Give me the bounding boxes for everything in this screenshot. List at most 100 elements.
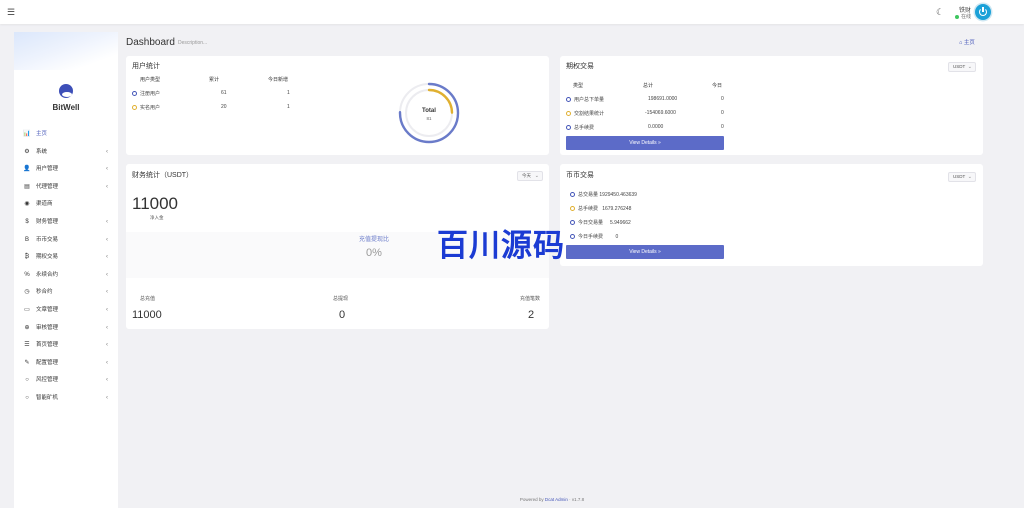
column-header: 总计 bbox=[643, 83, 654, 89]
sidebar-item-review[interactable]: ⊕ 审核管理 ‹ bbox=[14, 320, 118, 338]
chevron-left-icon: ‹ bbox=[106, 218, 108, 225]
spot-view-details-button[interactable]: View Details » bbox=[566, 245, 724, 259]
card-title: 财务统计（USDT） bbox=[132, 172, 194, 179]
currency-select[interactable]: USDT ⌄ bbox=[948, 62, 976, 72]
card-title: 用户统计 bbox=[132, 63, 160, 70]
column-header: 用户类型 bbox=[140, 77, 161, 83]
page-description: Description... bbox=[178, 40, 208, 46]
net-deposit-label: 净入金 bbox=[150, 215, 164, 220]
deposit-count-label: 充值笔数 bbox=[520, 296, 541, 302]
legend-dot bbox=[570, 220, 575, 226]
legend-dot bbox=[566, 111, 571, 117]
sidebar-item-spot[interactable]: B 币币交易 ‹ bbox=[14, 232, 118, 250]
chevron-left-icon: ‹ bbox=[106, 271, 108, 278]
online-dot bbox=[955, 14, 959, 19]
chevron-left-icon: ‹ bbox=[106, 359, 108, 366]
legend-dot bbox=[132, 105, 137, 111]
cell-value: 20 bbox=[221, 104, 227, 110]
cell-value: 1 bbox=[287, 90, 290, 96]
card-title: 币币交易 bbox=[566, 172, 594, 179]
period-select[interactable]: 今天 ⌄ bbox=[517, 171, 543, 181]
legend-dot bbox=[570, 192, 575, 198]
card-title: 期权交易 bbox=[566, 63, 594, 70]
chevron-left-icon: ‹ bbox=[106, 394, 108, 401]
currency-select[interactable]: USDT ⌄ bbox=[948, 172, 976, 182]
sidebar-item-config[interactable]: ✎ 配置管理 ‹ bbox=[14, 355, 118, 373]
cell-value: 61 bbox=[221, 90, 227, 96]
chevron-left-icon: ‹ bbox=[106, 306, 108, 313]
watermark-text: 百川源码 bbox=[437, 228, 565, 264]
donut-value: 81 bbox=[426, 116, 432, 121]
net-deposit-value: 11000 bbox=[132, 194, 179, 213]
sidebar-item-homepage[interactable]: ☰ 首页管理 ‹ bbox=[14, 337, 118, 355]
stat-row: 总交易量 1929450.463639 bbox=[570, 191, 637, 198]
circle-icon: ○ bbox=[25, 394, 29, 401]
sidebar-item-perpetual[interactable]: % 永续合约 ‹ bbox=[14, 267, 118, 285]
sidebar-item-users[interactable]: 👤 用户管理 ‹ bbox=[14, 161, 118, 179]
column-header: 类型 bbox=[573, 83, 584, 89]
chevron-down-icon: ⌄ bbox=[967, 64, 972, 70]
avatar[interactable] bbox=[975, 4, 991, 20]
id-card-icon: ▤ bbox=[24, 183, 30, 190]
chevron-left-icon: ‹ bbox=[106, 148, 108, 155]
brand-logo-icon[interactable] bbox=[59, 84, 73, 98]
wrench-icon: ✎ bbox=[24, 359, 30, 366]
user-icon: 👤 bbox=[23, 166, 31, 173]
chart-icon: 📊 bbox=[23, 131, 31, 137]
brand-name[interactable]: BitWell bbox=[14, 103, 118, 112]
dashboard-icon: ⌂ bbox=[959, 40, 963, 46]
top-navbar: ☰ ☾ 铁财 在线 bbox=[0, 0, 1024, 24]
cell-value: 0.0000 bbox=[648, 124, 664, 130]
legend-dot bbox=[570, 234, 575, 240]
sidebar-item-options[interactable]: ₿ 期权交易 ‹ bbox=[14, 249, 118, 267]
sidebar-item-agents[interactable]: ▤ 代理管理 ‹ bbox=[14, 179, 118, 197]
legend-dot bbox=[132, 91, 137, 97]
sidebar-item-system[interactable]: ⚙ 系统 ‹ bbox=[14, 144, 118, 162]
user-donut-chart: Total 81 bbox=[398, 82, 460, 144]
sidebar-menu: 📊 主页 ⚙ 系统 ‹ 👤 用户管理 ‹ ▤ 代理管理 ‹ ◉ 渠道商 $ 财务管理 ‹ B 币币交易… bbox=[14, 126, 118, 408]
user-status: 在线 bbox=[955, 13, 971, 20]
chevron-left-icon: ‹ bbox=[106, 342, 108, 349]
table-row: 注册用户 bbox=[132, 90, 160, 97]
footer-link[interactable]: Dcat Admin bbox=[545, 497, 568, 502]
chevron-down-icon: ⌄ bbox=[967, 174, 972, 180]
list-icon: ☰ bbox=[24, 342, 30, 349]
table-row: 实名用户 bbox=[132, 104, 160, 111]
chevron-left-icon: ‹ bbox=[106, 377, 108, 384]
sidebar-item-finance[interactable]: $ 财务管理 ‹ bbox=[14, 214, 118, 232]
cell-value: 0 bbox=[721, 110, 724, 116]
table-row: 交割结果统计 bbox=[566, 110, 604, 117]
sidebar-item-channels[interactable]: ◉ 渠道商 bbox=[14, 196, 118, 214]
sidebar-header-decoration bbox=[14, 32, 118, 70]
crosshair-icon: ⊕ bbox=[24, 324, 30, 331]
total-withdraw-label: 总提现 bbox=[333, 296, 349, 302]
chevron-left-icon: ‹ bbox=[106, 236, 108, 243]
cell-value: 198691.0000 bbox=[648, 96, 678, 102]
deposit-count-value: 2 bbox=[528, 309, 535, 321]
user-circle-icon: ◉ bbox=[24, 201, 30, 208]
sidebar-item-home[interactable]: 📊 主页 bbox=[14, 126, 118, 144]
sidebar-item-risk[interactable]: ○ 风控管理 ‹ bbox=[14, 372, 118, 390]
chevron-left-icon: ‹ bbox=[106, 166, 108, 173]
spot-trading-card: 币币交易 USDT ⌄ 总交易量 1929450.463639 总手续费 1679… bbox=[560, 164, 983, 266]
stat-row: 今日交易量 5.949662 bbox=[570, 219, 631, 226]
moon-icon[interactable]: ☾ bbox=[936, 7, 944, 18]
sidebar-item-mining[interactable]: ○ 智能矿机 ‹ bbox=[14, 390, 118, 408]
hamburger-icon[interactable]: ☰ bbox=[7, 7, 15, 18]
column-header: 累计 bbox=[209, 77, 220, 83]
gear-icon: ⚙ bbox=[24, 148, 30, 155]
chevron-left-icon: ‹ bbox=[106, 254, 108, 261]
total-withdraw-value: 0 bbox=[339, 309, 346, 321]
breadcrumb[interactable]: ⌂ 主页 bbox=[959, 38, 975, 46]
cell-value: 0 bbox=[721, 96, 724, 102]
stat-row: 今日手续费 0 bbox=[570, 233, 618, 240]
page-footer: Powered by Dcat Admin · v1.7.8 bbox=[519, 497, 585, 502]
coin-icon: ₿ bbox=[24, 254, 30, 261]
bitcoin-icon: B bbox=[24, 236, 29, 243]
chevron-left-icon: ‹ bbox=[106, 289, 108, 296]
legend-dot bbox=[566, 97, 571, 103]
clock-icon: ◷ bbox=[24, 289, 30, 296]
options-view-details-button[interactable]: View Details » bbox=[566, 136, 724, 150]
sidebar-item-seconds[interactable]: ◷ 秒合约 ‹ bbox=[14, 284, 118, 302]
sidebar-item-articles[interactable]: ▭ 文章管理 ‹ bbox=[14, 302, 118, 320]
